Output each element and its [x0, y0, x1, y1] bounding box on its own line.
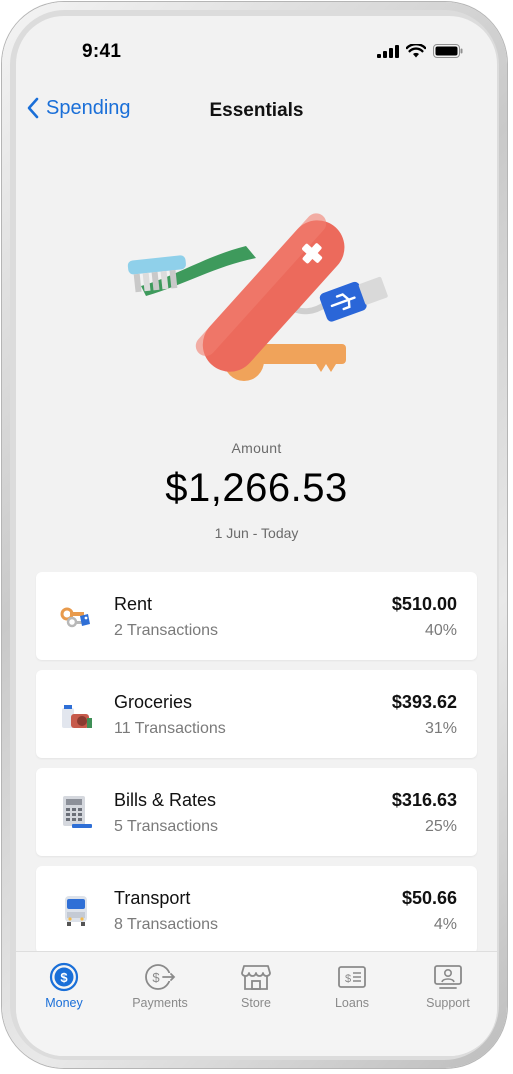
category-name: Bills & Rates [114, 790, 217, 810]
essentials-illustration [127, 213, 388, 381]
battery-icon [433, 44, 463, 58]
category-percent: 40% [424, 622, 457, 639]
status-icons [377, 44, 463, 58]
category-percent: 25% [424, 818, 457, 835]
category-amount: $510.00 [391, 594, 457, 614]
cellular-signal-icon [377, 44, 399, 58]
category-item-groceries[interactable]: Groceries 11 Transactions $393.62 31% [36, 670, 477, 758]
svg-text:$: $ [152, 970, 160, 985]
category-item-bills-rates[interactable]: Bills & Rates 5 Transactions $316.63 25% [36, 768, 477, 856]
app-screen: 9:41 Spending Essentials Amount $1,266.5… [16, 16, 497, 1056]
support-icon [434, 965, 462, 989]
tab-label: Loans [334, 996, 370, 1010]
bus-icon [65, 896, 87, 926]
tab-payments[interactable]: $ Payments [112, 962, 208, 1010]
groceries-icon [62, 705, 92, 728]
category-list: Rent 2 Transactions $510.00 40% Grocerie… [36, 572, 477, 964]
transaction-count: 11 Transactions [114, 720, 226, 737]
category-name: Groceries [114, 692, 193, 712]
page-title: Essentials [209, 100, 304, 121]
tab-money[interactable]: $ Money [16, 962, 112, 1010]
transaction-count: 5 Transactions [114, 818, 219, 835]
total-amount: $1,266.53 [165, 466, 348, 510]
transaction-count: 8 Transactions [114, 916, 219, 933]
status-time: 9:41 [82, 41, 122, 62]
tab-loans[interactable]: $ Loans [304, 962, 400, 1010]
category-item-rent[interactable]: Rent 2 Transactions $510.00 40% [36, 572, 477, 660]
tab-label: Payments [132, 996, 188, 1010]
tab-label: Support [426, 996, 470, 1010]
wifi-icon [406, 44, 426, 58]
tab-support[interactable]: Support [400, 962, 496, 1010]
date-range: 1 Jun - Today [214, 525, 299, 541]
keys-icon [60, 607, 90, 628]
category-item-transport[interactable]: Transport 8 Transactions $50.66 4% [36, 866, 477, 954]
svg-text:$: $ [60, 970, 68, 985]
tab-label: Store [241, 996, 271, 1010]
category-name: Transport [114, 888, 191, 908]
payments-icon: $ [145, 964, 176, 990]
tab-label: Money [45, 996, 83, 1010]
category-amount: $316.63 [391, 790, 457, 810]
navigation-bar: Spending Essentials [16, 90, 497, 130]
category-percent: 4% [433, 916, 457, 933]
tab-bar: $ Money $ Payments Store $ Loans Support [16, 951, 497, 1056]
category-name: Rent [114, 594, 153, 614]
transaction-count: 2 Transactions [114, 622, 219, 639]
store-icon [241, 965, 271, 990]
calculator-icon [63, 796, 92, 828]
category-amount: $393.62 [391, 692, 457, 712]
category-percent: 31% [424, 720, 457, 737]
amount-label: Amount [231, 440, 282, 456]
tab-store[interactable]: Store [208, 962, 304, 1010]
money-icon: $ [49, 962, 79, 992]
status-bar: 9:41 [16, 16, 497, 76]
category-amount: $50.66 [401, 888, 457, 908]
svg-text:$: $ [345, 973, 351, 985]
loans-icon: $ [338, 966, 366, 988]
